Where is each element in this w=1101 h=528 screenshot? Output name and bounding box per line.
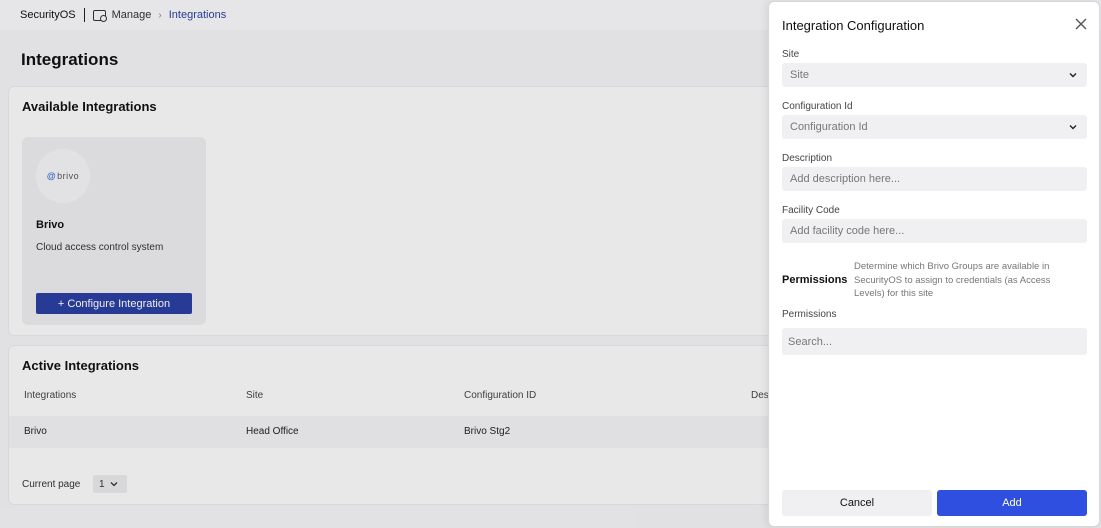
close-icon[interactable]	[1073, 16, 1089, 32]
permissions-search-wrap	[782, 328, 1087, 355]
permissions-description: Determine which Brivo Groups are availab…	[854, 261, 1051, 299]
integration-configuration-drawer: Integration Configuration Site Site Conf…	[768, 1, 1100, 527]
description-field-wrap	[782, 167, 1087, 191]
chevron-down-icon	[1069, 125, 1077, 130]
facility-code-field-wrap	[782, 219, 1087, 243]
configuration-id-placeholder: Configuration Id	[790, 121, 868, 133]
cancel-button[interactable]: Cancel	[782, 490, 932, 516]
permissions-search-input[interactable]	[788, 335, 1087, 348]
permissions-label: Permissions	[782, 309, 837, 320]
drawer-title: Integration Configuration	[782, 18, 925, 33]
configuration-id-select[interactable]: Configuration Id	[782, 115, 1087, 139]
site-label: Site	[782, 49, 800, 60]
chevron-down-icon	[1069, 73, 1077, 78]
permissions-heading: Permissions	[782, 274, 848, 286]
site-select-placeholder: Site	[790, 69, 809, 81]
facility-code-label: Facility Code	[782, 205, 840, 216]
configuration-id-label: Configuration Id	[782, 101, 853, 112]
site-select[interactable]: Site	[782, 63, 1087, 87]
facility-code-input[interactable]	[790, 225, 1087, 237]
description-label: Description	[782, 153, 833, 164]
description-input[interactable]	[790, 173, 1087, 185]
add-button[interactable]: Add	[937, 490, 1087, 516]
